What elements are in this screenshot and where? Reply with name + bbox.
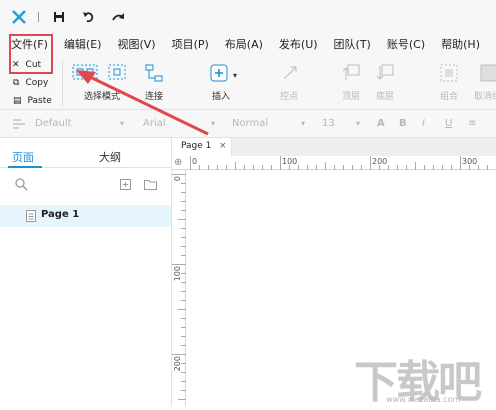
top-label: 顶层 — [342, 92, 361, 102]
font-select[interactable]: Arial — [143, 116, 166, 132]
save-icon[interactable] — [53, 11, 65, 23]
menu-team[interactable]: 团队(T) — [326, 34, 379, 56]
font-size-select[interactable]: 13 — [322, 116, 335, 132]
ungroup-icon — [480, 64, 496, 82]
quick-access-toolbar — [0, 0, 496, 34]
ruler-label: 300 — [462, 157, 478, 166]
ruler-label: 200 — [372, 157, 388, 166]
select-mode-label: 选择模式 — [84, 92, 121, 102]
menu-view[interactable]: 视图(V) — [109, 34, 163, 56]
insert-label: 插入 — [212, 92, 231, 102]
list-item[interactable]: Page 1 — [0, 205, 171, 227]
format-painter-icon — [13, 119, 25, 129]
bottom-label: 底层 — [376, 92, 395, 102]
italic-button[interactable]: I — [422, 116, 425, 132]
pages-panel: 页面 大纲 Page 1 — [0, 138, 172, 406]
add-page-icon[interactable] — [120, 179, 131, 190]
menu-layout[interactable]: 布局(A) — [217, 34, 271, 56]
add-folder-icon[interactable] — [144, 179, 157, 190]
chevron-down-icon: ▾ — [211, 119, 216, 128]
page-icon — [26, 210, 36, 222]
tab-outline[interactable]: 大纲 — [99, 149, 121, 165]
align-button[interactable]: ≡ — [468, 116, 476, 132]
highlight-box — [9, 34, 53, 74]
chevron-down-icon: ▾ — [120, 119, 125, 128]
insert-plus-icon[interactable] — [210, 64, 228, 82]
close-icon[interactable]: × — [219, 141, 227, 151]
ungroup-label: 取消组 — [474, 92, 496, 102]
ruler-label: 200 — [173, 356, 182, 372]
font-weight-select[interactable]: Normal — [232, 116, 268, 132]
copy-button[interactable]: ⧉ Copy — [13, 76, 48, 90]
group-icon — [440, 64, 458, 82]
menu-publish[interactable]: 发布(U) — [271, 34, 326, 56]
bold-button[interactable]: B — [399, 116, 407, 132]
clipboard-icon: ▤ — [13, 96, 22, 106]
ruler-label: 0 — [173, 176, 182, 182]
copy-icon: ⧉ — [13, 78, 20, 88]
connect-label: 连接 — [145, 92, 164, 102]
format-toolbar: Default ▾ Arial ▾ Normal ▾ 13 ▾ A B I U … — [0, 110, 496, 138]
style-select[interactable]: Default — [35, 116, 72, 132]
chevron-down-icon: ▾ — [356, 119, 361, 128]
paste-button[interactable]: ▤ Paste — [13, 94, 52, 108]
menu-bar: 文件(F) 编辑(E) 视图(V) 项目(P) 布局(A) 发布(U) 团队(T… — [0, 34, 496, 56]
font-color-button[interactable]: A — [377, 116, 385, 132]
select-intersect-icon[interactable] — [72, 64, 98, 80]
separator — [62, 60, 63, 106]
axure-logo-icon — [12, 10, 26, 24]
tab-label: Page 1 — [181, 141, 212, 151]
ribbon-toolbar: ✕ Cut ⧉ Copy ▤ Paste 选择模式 连接 ▾ 插入 控点 顶层 — [0, 56, 496, 110]
page-name: Page 1 — [41, 209, 80, 220]
ruler-label: 100 — [173, 266, 182, 282]
menu-help[interactable]: 帮助(H) — [433, 34, 488, 56]
crosshair-icon: ⊕ — [174, 157, 183, 168]
bring-to-front-icon — [342, 64, 360, 80]
send-to-back-icon — [376, 64, 394, 80]
ruler-ticks — [190, 156, 488, 170]
ruler-label: 0 — [192, 157, 198, 166]
control-point-icon — [283, 66, 297, 80]
underline-button[interactable]: U — [445, 116, 452, 132]
document-tab-strip: Page 1 × — [172, 138, 496, 156]
menu-project[interactable]: 项目(P) — [164, 34, 217, 56]
redo-icon[interactable] — [111, 11, 125, 23]
tab-page-1[interactable]: Page 1 × — [172, 138, 232, 156]
search-icon[interactable] — [15, 178, 28, 191]
design-canvas[interactable]: 下载吧 www.xiazaiba.com — [186, 170, 496, 408]
tab-pages[interactable]: 页面 — [12, 149, 34, 165]
ruler-label: 100 — [282, 157, 298, 166]
separator — [38, 12, 39, 22]
select-contained-icon[interactable] — [108, 64, 126, 80]
menu-edit[interactable]: 编辑(E) — [56, 34, 110, 56]
horizontal-ruler: ⊕ 0 100 200 300 — [172, 156, 496, 170]
group-label: 组合 — [440, 92, 459, 102]
menu-account[interactable]: 账号(C) — [379, 34, 433, 56]
panel-tabs: 页面 大纲 — [0, 138, 171, 168]
point-label: 控点 — [280, 92, 299, 102]
connector-icon[interactable] — [145, 64, 163, 82]
vertical-ruler: 0 100 200 — [172, 170, 186, 406]
chevron-down-icon: ▾ — [301, 119, 306, 128]
watermark-url: www.xiazaiba.com — [386, 395, 461, 404]
chevron-down-icon[interactable]: ▾ — [233, 71, 237, 80]
active-tab-indicator — [8, 166, 42, 168]
undo-icon[interactable] — [82, 11, 95, 23]
